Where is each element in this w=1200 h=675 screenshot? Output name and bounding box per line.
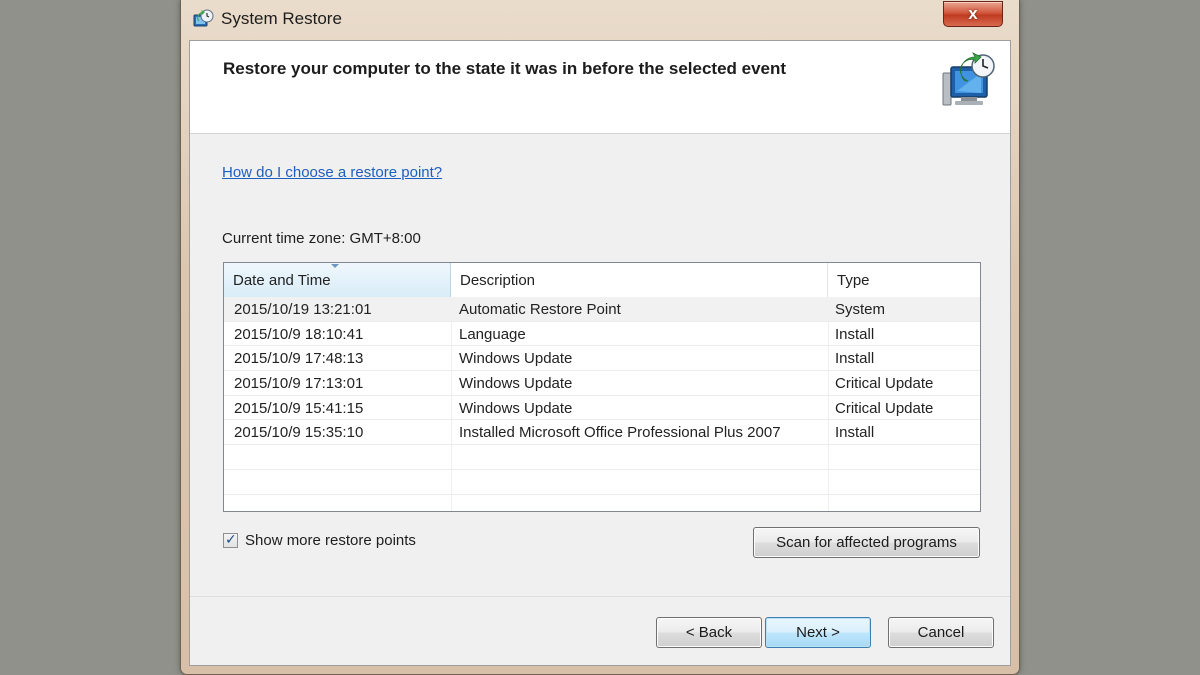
next-button[interactable]: Next > bbox=[765, 617, 871, 648]
cell-description: Automatic Restore Point bbox=[459, 301, 621, 318]
list-body: 2015/10/19 13:21:01 Automatic Restore Po… bbox=[224, 297, 980, 511]
dialog-client-area: Restore your computer to the state it wa… bbox=[189, 40, 1011, 666]
column-header-date[interactable]: Date and Time bbox=[224, 263, 451, 297]
empty-row bbox=[224, 470, 980, 495]
cell-date: 2015/10/9 15:35:10 bbox=[234, 424, 364, 442]
cell-type: Critical Update bbox=[835, 399, 934, 417]
system-restore-window: System Restore x Restore your computer t… bbox=[180, 0, 1020, 675]
cell-date: 2015/10/9 17:48:13 bbox=[234, 350, 364, 368]
cell-date: 2015/10/9 15:41:15 bbox=[234, 399, 364, 417]
table-row[interactable]: 2015/10/9 17:48:13 Windows Update Instal… bbox=[224, 346, 980, 372]
restore-computer-icon bbox=[942, 52, 995, 106]
show-more-label: Show more restore points bbox=[245, 532, 416, 549]
cell-type: Install bbox=[835, 424, 875, 442]
cell-type: Install bbox=[835, 350, 875, 368]
column-header-label: Type bbox=[837, 272, 870, 289]
column-header-description[interactable]: Description bbox=[451, 263, 828, 297]
window-title: System Restore bbox=[221, 9, 342, 28]
table-row[interactable]: 2015/10/19 13:21:01 Automatic Restore Po… bbox=[224, 297, 980, 322]
cell-description: Language bbox=[459, 325, 526, 343]
table-row[interactable]: 2015/10/9 15:41:15 Windows Update Critic… bbox=[224, 396, 980, 421]
cell-date: 2015/10/9 18:10:41 bbox=[234, 325, 364, 343]
cell-type: Install bbox=[835, 325, 875, 343]
back-button[interactable]: < Back bbox=[656, 617, 762, 648]
cell-description: Windows Update bbox=[459, 350, 573, 368]
page-title: Restore your computer to the state it wa… bbox=[223, 59, 787, 78]
column-header-type[interactable]: Type bbox=[828, 263, 980, 297]
table-row[interactable]: 2015/10/9 17:13:01 Windows Update Critic… bbox=[224, 371, 980, 396]
show-more-checkbox[interactable]: ✓ bbox=[223, 531, 238, 548]
title-bar[interactable]: System Restore x bbox=[181, 0, 1019, 40]
footer-divider bbox=[190, 596, 1010, 597]
help-link[interactable]: How do I choose a restore point? bbox=[222, 164, 442, 181]
cell-type: Critical Update bbox=[835, 375, 934, 393]
header-band: Restore your computer to the state it wa… bbox=[190, 41, 1010, 134]
scan-affected-programs-button[interactable]: Scan for affected programs bbox=[753, 527, 980, 558]
sort-arrow-icon bbox=[331, 264, 339, 268]
cell-description: Windows Update bbox=[459, 399, 573, 417]
restore-points-list[interactable]: Date and Time Description Type 2015/10/1… bbox=[223, 262, 981, 512]
close-icon: x bbox=[968, 4, 978, 23]
list-header: Date and Time Description Type bbox=[224, 263, 980, 297]
timezone-label: Current time zone: GMT+8:00 bbox=[222, 230, 421, 247]
checkmark-icon: ✓ bbox=[225, 531, 237, 547]
close-button[interactable]: x bbox=[943, 1, 1003, 27]
cell-description: Windows Update bbox=[459, 375, 573, 393]
cell-date: 2015/10/9 17:13:01 bbox=[234, 375, 364, 393]
table-row[interactable]: 2015/10/9 15:35:10 Installed Microsoft O… bbox=[224, 420, 980, 446]
cell-type: System bbox=[835, 301, 886, 318]
column-header-label: Date and Time bbox=[233, 272, 331, 289]
table-row[interactable]: 2015/10/9 18:10:41 Language Install bbox=[224, 322, 980, 347]
cell-description: Installed Microsoft Office Professional … bbox=[459, 424, 781, 442]
cell-date: 2015/10/19 13:21:01 bbox=[234, 301, 372, 318]
column-header-label: Description bbox=[460, 272, 536, 289]
system-restore-icon bbox=[193, 9, 214, 27]
cancel-button[interactable]: Cancel bbox=[888, 617, 994, 648]
empty-row bbox=[224, 445, 980, 470]
